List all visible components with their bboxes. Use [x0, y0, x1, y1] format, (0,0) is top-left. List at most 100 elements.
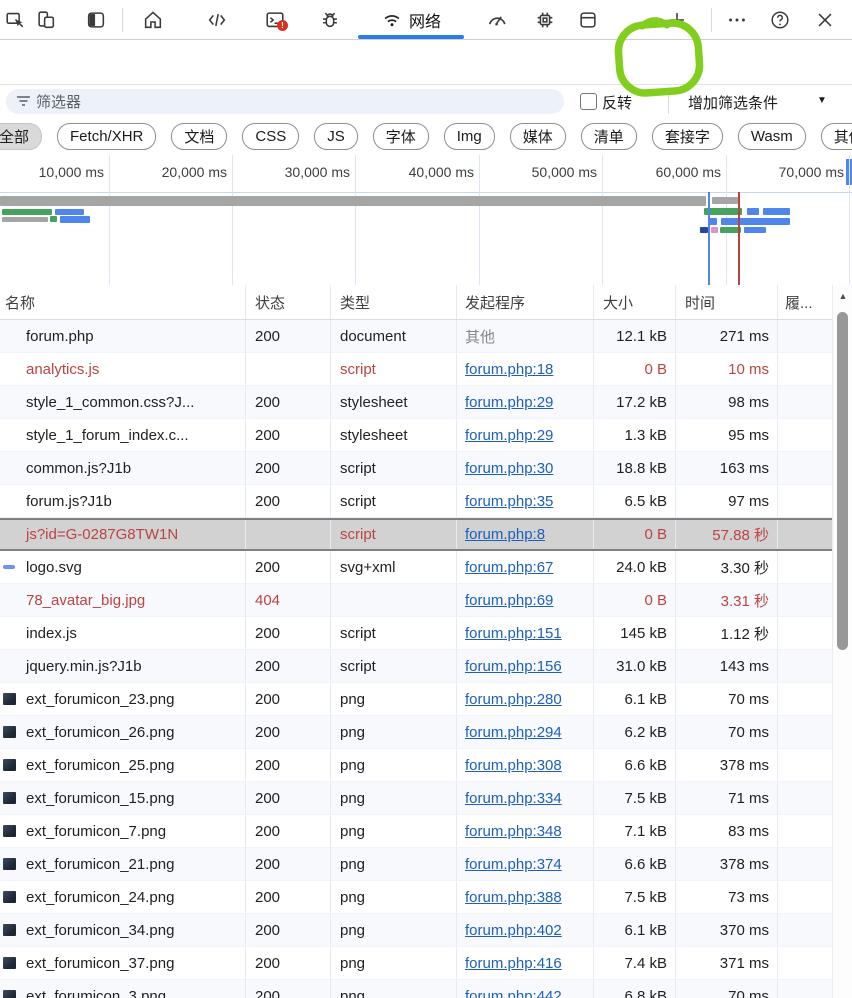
column-header-size[interactable]: 大小: [594, 285, 676, 319]
request-row[interactable]: logo.svg200svg+xmlforum.php:6724.0 kB3.3…: [0, 551, 832, 584]
scrollbar-thumb[interactable]: [837, 312, 848, 650]
request-row[interactable]: ext_forumicon_24.png200pngforum.php:3887…: [0, 881, 832, 914]
add-panel-icon[interactable]: [666, 9, 688, 31]
vertical-scrollbar[interactable]: ▲: [832, 285, 852, 998]
initiator-link[interactable]: forum.php:280: [465, 691, 562, 708]
device-emulation-icon[interactable]: [35, 9, 57, 31]
type-filter-Wasm[interactable]: Wasm: [738, 123, 806, 150]
initiator-link[interactable]: forum.php:69: [465, 592, 553, 609]
tab-network[interactable]: 网络: [352, 0, 470, 39]
type-filter-字体[interactable]: 字体: [373, 123, 429, 150]
request-row[interactable]: forum.php200document其他12.1 kB271 ms: [0, 320, 832, 353]
initiator-link[interactable]: forum.php:67: [465, 559, 553, 576]
add-filter-caret-icon[interactable]: ▼: [817, 95, 827, 106]
dock-panel-icon[interactable]: [85, 9, 107, 31]
initiator-link[interactable]: forum.php:442: [465, 988, 562, 998]
type-filter-其他[interactable]: 其他: [821, 123, 852, 150]
request-row[interactable]: jquery.min.js?J1b200scriptforum.php:1563…: [0, 650, 832, 683]
request-size: 6.2 kB: [594, 716, 676, 748]
timeline-overview[interactable]: 10,000 ms20,000 ms30,000 ms40,000 ms50,0…: [0, 155, 852, 285]
type-filter-文档[interactable]: 文档: [171, 123, 227, 150]
column-header-status[interactable]: 状态: [246, 285, 331, 319]
inspect-element-icon[interactable]: [4, 9, 26, 31]
scroll-up-icon[interactable]: ▲: [833, 291, 852, 301]
memory-chip-icon[interactable]: [534, 9, 556, 31]
request-name-text: ext_forumicon_37.png: [26, 955, 174, 972]
request-waterfall: [778, 419, 832, 451]
request-status: 200: [246, 914, 331, 946]
more-options-icon[interactable]: [726, 9, 748, 31]
initiator-link[interactable]: forum.php:156: [465, 658, 562, 675]
column-header-name[interactable]: 名称: [0, 285, 246, 319]
request-row[interactable]: 78_avatar_big.jpg404forum.php:690 B3.31 …: [0, 584, 832, 617]
request-row[interactable]: ext_forumicon_34.png200pngforum.php:4026…: [0, 914, 832, 947]
type-filter-Img[interactable]: Img: [444, 123, 495, 150]
request-row[interactable]: index.js200scriptforum.php:151145 kB1.12…: [0, 617, 832, 650]
initiator-link[interactable]: forum.php:18: [465, 361, 553, 378]
help-icon[interactable]: [769, 9, 791, 31]
request-size: 7.5 kB: [594, 881, 676, 913]
type-filter-JS[interactable]: JS: [314, 123, 358, 150]
type-filter-清单[interactable]: 清单: [581, 123, 637, 150]
type-filter-媒体[interactable]: 媒体: [510, 123, 566, 150]
request-row[interactable]: ext_forumicon_23.png200pngforum.php:2806…: [0, 683, 832, 716]
request-time: 378 ms: [676, 749, 778, 781]
initiator-link[interactable]: forum.php:402: [465, 922, 562, 939]
column-header-type[interactable]: 类型: [331, 285, 457, 319]
initiator-link[interactable]: forum.php:308: [465, 757, 562, 774]
console-icon[interactable]: !: [264, 9, 292, 35]
request-type: png: [331, 947, 457, 979]
request-row[interactable]: style_1_common.css?J...200stylesheetforu…: [0, 386, 832, 419]
toolbar-divider: [122, 8, 123, 32]
filter-input[interactable]: 筛选器: [6, 89, 564, 114]
type-filter-套接字[interactable]: 套接字: [652, 123, 723, 150]
column-header-initiator[interactable]: 发起程序: [457, 285, 594, 319]
initiator-link[interactable]: forum.php:294: [465, 724, 562, 741]
request-row[interactable]: style_1_forum_index.c...200stylesheetfor…: [0, 419, 832, 452]
initiator-link[interactable]: forum.php:8: [465, 526, 545, 543]
waterfall-bar: [2, 217, 48, 222]
type-filter-Fetch/XHR[interactable]: Fetch/XHR: [57, 123, 156, 150]
type-filter-CSS[interactable]: CSS: [242, 123, 299, 150]
storage-icon[interactable]: [577, 9, 599, 31]
request-row[interactable]: ext_forumicon_25.png200pngforum.php:3086…: [0, 749, 832, 782]
request-row[interactable]: ext_forumicon_3.png200pngforum.php:4426.…: [0, 980, 832, 998]
debugger-bug-icon[interactable]: [319, 9, 341, 31]
request-row[interactable]: common.js?J1b200scriptforum.php:3018.8 k…: [0, 452, 832, 485]
request-name-text: index.js: [26, 625, 77, 642]
initiator-link[interactable]: forum.php:374: [465, 856, 562, 873]
column-header-waterfall[interactable]: 履...: [778, 285, 832, 319]
invert-checkbox[interactable]: [580, 93, 597, 110]
elements-code-icon[interactable]: [206, 9, 228, 31]
request-row[interactable]: ext_forumicon_15.png200pngforum.php:3347…: [0, 782, 832, 815]
request-size: 1.3 kB: [594, 419, 676, 451]
request-status: 200: [246, 551, 331, 583]
performance-gauge-icon[interactable]: [486, 9, 508, 31]
request-table-header: 名称 状态 类型 发起程序 大小 时间 履...: [0, 285, 832, 320]
request-row[interactable]: js?id=G-0287G8TW1Nscriptforum.php:80 B57…: [0, 518, 832, 551]
type-filter-全部[interactable]: 全部: [0, 123, 42, 150]
initiator-link[interactable]: forum.php:348: [465, 823, 562, 840]
initiator-link[interactable]: forum.php:416: [465, 955, 562, 972]
request-row[interactable]: ext_forumicon_21.png200pngforum.php:3746…: [0, 848, 832, 881]
initiator-link[interactable]: forum.php:29: [465, 394, 553, 411]
initiator-link[interactable]: forum.php:388: [465, 889, 562, 906]
column-header-time[interactable]: 时间: [676, 285, 778, 319]
initiator-link[interactable]: forum.php:35: [465, 493, 553, 510]
request-row[interactable]: ext_forumicon_7.png200pngforum.php:3487.…: [0, 815, 832, 848]
home-icon[interactable]: [142, 9, 164, 31]
request-row[interactable]: analytics.jsscriptforum.php:180 B10 ms: [0, 353, 832, 386]
add-filter-button[interactable]: 增加筛选条件: [688, 92, 778, 113]
request-name: ext_forumicon_3.png: [0, 980, 246, 998]
close-icon[interactable]: [814, 9, 836, 31]
request-initiator: forum.php:308: [457, 749, 594, 781]
initiator-link[interactable]: forum.php:151: [465, 625, 562, 642]
timeline-tick: 30,000 ms: [232, 164, 350, 180]
request-row[interactable]: ext_forumicon_37.png200pngforum.php:4167…: [0, 947, 832, 980]
initiator-link[interactable]: forum.php:334: [465, 790, 562, 807]
initiator-link[interactable]: forum.php:30: [465, 460, 553, 477]
request-row[interactable]: ext_forumicon_26.png200pngforum.php:2946…: [0, 716, 832, 749]
image-thumbnail-icon: [3, 792, 16, 804]
initiator-link[interactable]: forum.php:29: [465, 427, 553, 444]
request-row[interactable]: forum.js?J1b200scriptforum.php:356.5 kB9…: [0, 485, 832, 518]
